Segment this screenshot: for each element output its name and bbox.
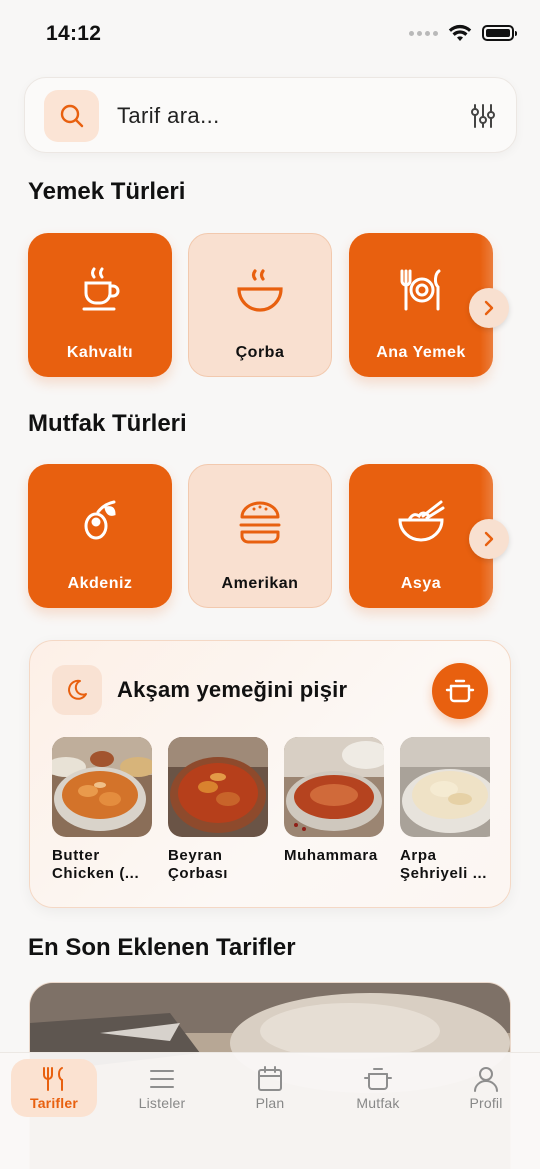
recipe-image xyxy=(52,737,152,837)
search-icon-button[interactable] xyxy=(44,90,99,142)
recipe-image xyxy=(168,737,268,837)
status-icons xyxy=(409,24,517,42)
chevron-right-icon xyxy=(484,531,494,547)
olive-icon xyxy=(84,500,116,540)
recipe-image xyxy=(400,737,490,837)
search-icon xyxy=(60,104,83,128)
person-icon xyxy=(474,1067,498,1092)
dinner-title: Akşam yemeğini pişir xyxy=(117,677,348,702)
tab-kitchen[interactable]: Mutfak xyxy=(335,1059,421,1117)
cuisine-types-title: Mutfak Türleri xyxy=(28,410,187,437)
recipe-card[interactable]: Arpa Şehriyeli ... xyxy=(400,737,490,883)
recipe-name: Beyran Çorbası xyxy=(168,847,229,882)
cook-pot-button[interactable] xyxy=(432,663,488,719)
scroll-next-button[interactable] xyxy=(469,288,509,328)
category-label: Akdeniz xyxy=(67,575,133,592)
tab-profile[interactable]: Profil xyxy=(443,1059,529,1117)
pot-icon xyxy=(445,679,475,703)
recipe-card[interactable]: Butter Chicken (... xyxy=(52,737,152,883)
burger-icon xyxy=(239,501,281,544)
battery-icon xyxy=(482,25,517,41)
recipe-card[interactable]: Muhammara xyxy=(284,737,384,865)
category-label: Ana Yemek xyxy=(376,344,466,361)
category-card-american[interactable]: Amerikan xyxy=(188,464,332,608)
soup-bowl-icon xyxy=(237,269,283,312)
tab-label: Listeler xyxy=(138,1095,186,1111)
category-card-mediterranean[interactable]: Akdeniz xyxy=(28,464,172,608)
fork-knife-icon xyxy=(43,1067,63,1091)
recipe-carousel: Butter Chicken (... Beyran Çorbası Muham… xyxy=(52,737,490,897)
tab-lists[interactable]: Listeler xyxy=(119,1059,205,1117)
screen: 14:12 Yemek Tür xyxy=(0,0,540,1169)
coffee-cup-icon xyxy=(82,267,120,311)
recipe-name: Muhammara xyxy=(284,847,378,864)
category-card-soup[interactable]: Çorba xyxy=(188,233,332,377)
latest-recipes-title: En Son Eklenen Tarifler xyxy=(28,934,296,961)
category-label: Çorba xyxy=(235,344,285,361)
scroll-next-button[interactable] xyxy=(469,519,509,559)
noodle-bowl-icon xyxy=(398,500,445,542)
wifi-icon xyxy=(448,24,472,41)
recipe-name: Arpa Şehriyeli ... xyxy=(400,847,488,882)
meal-types-row: Kahvaltı Çorba Ana Yemek xyxy=(28,233,540,383)
pot-icon xyxy=(364,1068,392,1090)
tab-recipes[interactable]: Tarifler xyxy=(11,1059,97,1117)
tab-bar: Tarifler Listeler Plan Mutfak Profil xyxy=(0,1052,540,1169)
category-label: Asya xyxy=(400,575,442,592)
search-input[interactable] xyxy=(117,98,437,134)
chevron-right-icon xyxy=(484,300,494,316)
tab-label: Plan xyxy=(255,1095,285,1111)
cellular-signal-icon xyxy=(409,30,438,36)
recipe-image xyxy=(284,737,384,837)
recipe-name: Butter Chicken (... xyxy=(52,847,140,882)
cuisine-types-row: Akdeniz Amerikan Asya xyxy=(28,464,540,614)
tab-label: Mutfak xyxy=(356,1095,400,1111)
tab-plan[interactable]: Plan xyxy=(227,1059,313,1117)
category-label: Amerikan xyxy=(221,575,299,592)
list-icon xyxy=(150,1070,174,1088)
filter-sliders-icon[interactable] xyxy=(470,103,496,129)
status-bar: 14:12 xyxy=(0,0,540,70)
moon-icon xyxy=(68,679,87,700)
tab-label: Tarifler xyxy=(29,1095,79,1111)
dinner-suggestions-panel: Akşam yemeğini pişir Butter Chicken (...… xyxy=(29,640,511,908)
category-label: Kahvaltı xyxy=(66,344,134,361)
moon-badge xyxy=(52,665,102,715)
recipe-card[interactable]: Beyran Çorbası xyxy=(168,737,268,883)
search-bar[interactable] xyxy=(24,77,517,153)
tab-label: Profil xyxy=(469,1095,503,1111)
plate-cutlery-icon xyxy=(400,269,441,311)
meal-types-title: Yemek Türleri xyxy=(28,178,186,205)
category-card-breakfast[interactable]: Kahvaltı xyxy=(28,233,172,377)
calendar-icon xyxy=(258,1066,282,1091)
status-time: 14:12 xyxy=(46,22,102,45)
